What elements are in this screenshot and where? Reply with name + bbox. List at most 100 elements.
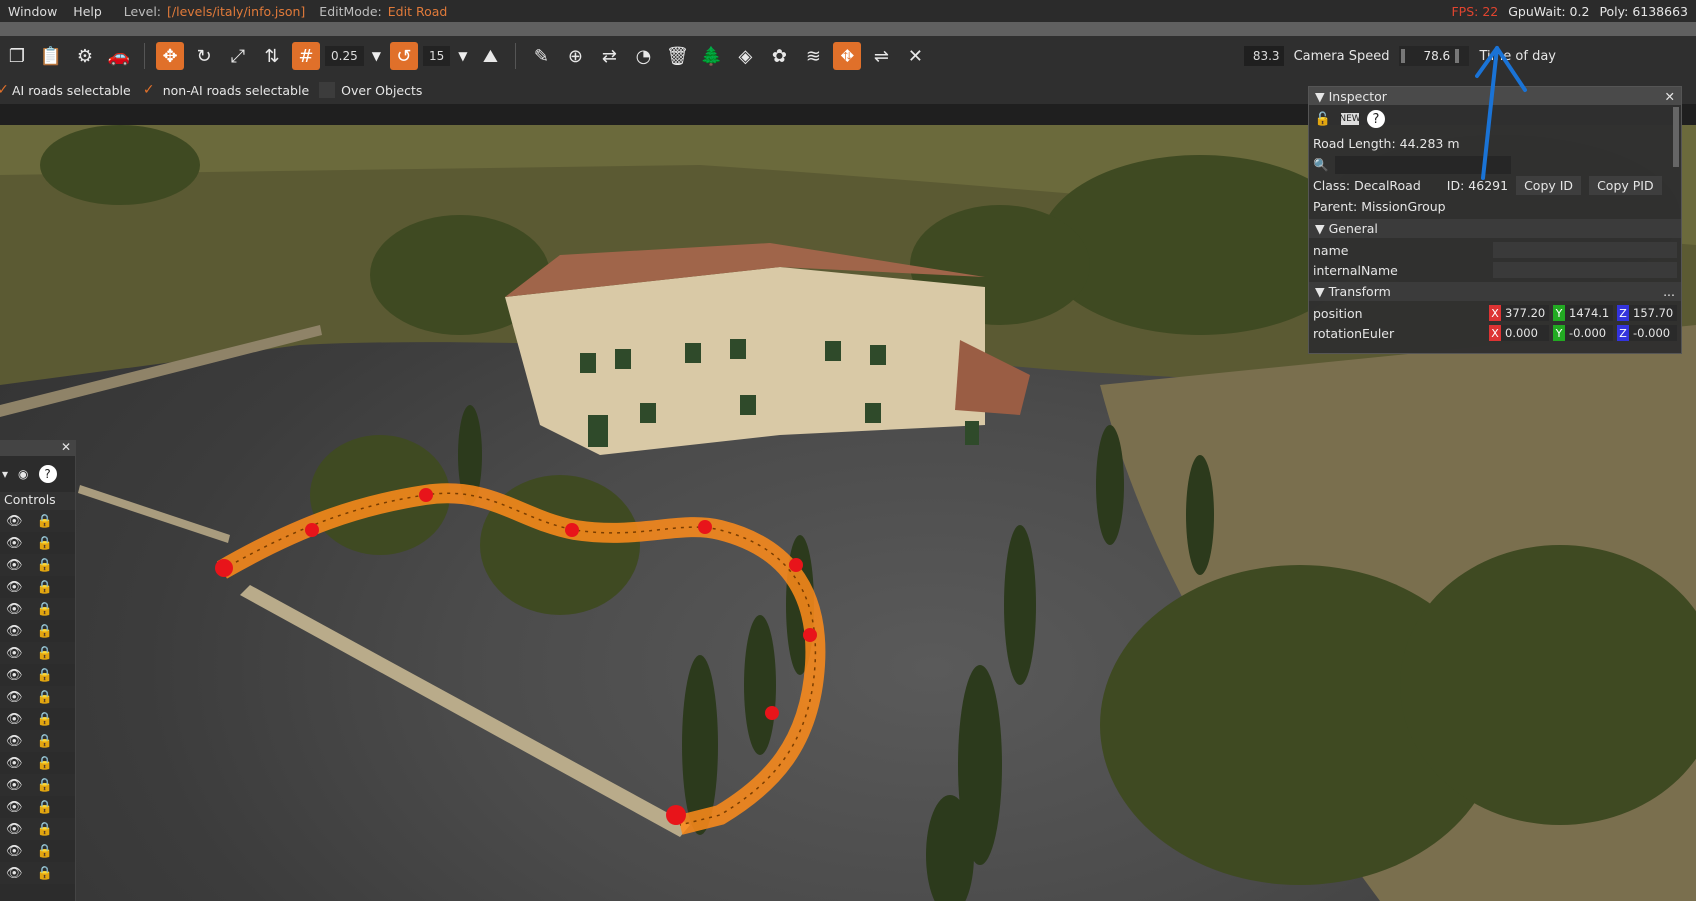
add-icon[interactable]: ⊕ [561,42,589,70]
help-icon[interactable]: ? [1367,110,1385,128]
clipboard-icon[interactable]: 📋 [37,42,65,70]
lock-icon[interactable]: 🔒 [37,514,53,529]
eye-icon[interactable]: 👁 [6,866,23,881]
non-ai-roads-checkbox[interactable]: ✓ non-AI roads selectable [141,82,309,98]
eye-icon[interactable]: 👁 [6,558,23,573]
scrollbar[interactable] [1673,107,1679,167]
layers-icon[interactable]: ◈ [731,42,759,70]
lock-icon[interactable]: 🔒 [37,668,53,683]
list-item[interactable]: 👁 🔒 [0,730,75,752]
list-item[interactable]: 👁 🔒 [0,664,75,686]
move-icon[interactable]: ✥ [156,42,184,70]
road-node[interactable] [765,706,779,720]
checkbox-box[interactable] [319,82,336,98]
time-of-day-slider[interactable]: 78.6 [1399,46,1470,66]
lock-icon[interactable]: 🔒 [37,690,53,705]
copy-pid-button[interactable]: Copy PID [1589,176,1662,195]
list-item[interactable]: 👁 🔒 [0,598,75,620]
pie-icon[interactable]: ◔ [629,42,657,70]
eye-icon[interactable]: 👁 [6,668,23,683]
car-icon[interactable]: 🚗 [105,42,133,70]
slider-handle[interactable] [1401,49,1406,63]
align-icon[interactable]: ⇅ [258,42,286,70]
rotation-z-field[interactable]: Z -0.000 [1617,325,1677,341]
over-objects-checkbox[interactable]: Over Objects [319,82,422,98]
road-node[interactable] [803,628,817,642]
list-item[interactable]: 👁 🔒 [0,532,75,554]
eye-icon[interactable]: 👁 [6,822,23,837]
rotate-icon[interactable]: ↻ [190,42,218,70]
eye-icon[interactable]: 👁 [6,800,23,815]
list-item[interactable]: 👁 🔒 [0,796,75,818]
list-item[interactable]: 👁 🔒 [0,620,75,642]
menu-window[interactable]: Window [0,4,65,19]
lock-icon[interactable]: 🔒 [37,536,53,551]
lock-icon[interactable]: 🔒 [37,646,53,661]
new-icon[interactable]: NEW [1339,113,1361,125]
help-icon[interactable]: ? [38,465,57,483]
copy-icon[interactable]: ❐ [3,42,31,70]
eye-icon[interactable]: 👁 [6,514,23,529]
rotate-snap-input[interactable]: 15 [422,46,451,66]
lock-icon[interactable]: 🔒 [37,800,53,815]
eye-icon[interactable]: 👁 [6,602,23,617]
slider-handle[interactable] [1455,49,1460,63]
list-item[interactable]: 👁 🔒 [0,686,75,708]
road-node[interactable] [789,558,803,572]
road-node[interactable] [215,559,233,577]
list-item[interactable]: 👁 🔒 [0,862,75,884]
collapse-triangle-icon[interactable]: ▼ [1315,221,1325,236]
mesh-road-icon[interactable]: ⇌ [867,42,895,70]
list-item[interactable]: 👁 🔒 [0,708,75,730]
close-icon[interactable]: ✕ [61,440,71,456]
lock-icon[interactable]: 🔒 [37,712,53,727]
grid-size-input[interactable]: 0.25 [325,46,364,66]
eye-icon[interactable]: 👁 [6,646,23,661]
trash-icon[interactable]: 🗑 [663,42,691,70]
lock-icon[interactable]: 🔒 [37,866,53,881]
lock-icon[interactable]: 🔒 [37,558,53,573]
list-item[interactable]: 👁 🔒 [0,510,75,532]
eye-icon[interactable]: 👁 [6,712,23,727]
eye-icon[interactable]: 👁 [6,580,23,595]
list-item[interactable]: 👁 🔒 [0,642,75,664]
chevron-down-icon[interactable]: ▼ [372,49,381,63]
lock-icon[interactable]: 🔓 [1313,109,1333,129]
rotation-y-field[interactable]: Y -0.000 [1553,325,1613,341]
gear-icon[interactable]: ⚙ [71,42,99,70]
check-icon[interactable]: ✓ [141,82,157,98]
road-link-icon[interactable]: ⇄ [595,42,623,70]
check-icon[interactable]: ✓ [0,82,9,98]
eye-icon[interactable]: 👁 [6,778,23,793]
filter-icon[interactable]: ▾ [2,467,8,481]
more-button[interactable]: ... [1663,284,1675,299]
grid-snap-icon[interactable]: # [292,42,320,70]
lock-icon[interactable]: 🔒 [37,602,53,617]
position-x-field[interactable]: X 377.20 [1489,305,1549,321]
rotation-x-field[interactable]: X 0.000 [1489,325,1549,341]
navmesh-icon[interactable]: ✕ [901,42,929,70]
chevron-down-icon[interactable]: ▼ [458,49,467,63]
scene-tree-titlebar[interactable]: ✕ [0,440,75,456]
lock-icon[interactable]: 🔒 [37,624,53,639]
rotate-snap-icon[interactable]: ↺ [389,42,418,70]
lock-icon[interactable]: 🔒 [37,822,53,837]
road-node[interactable] [419,488,433,502]
lock-icon[interactable]: 🔒 [37,734,53,749]
position-y-field[interactable]: Y 1474.1 [1553,305,1613,321]
eye-icon[interactable]: 👁 [6,536,23,551]
list-item[interactable]: 👁 🔒 [0,818,75,840]
forest-icon[interactable]: 🌲 [697,42,725,70]
ai-roads-checkbox[interactable]: ✓ AI roads selectable [0,82,131,98]
list-item[interactable]: 👁 🔒 [0,774,75,796]
terrain-icon[interactable]: ≋ [799,42,827,70]
section-general[interactable]: ▼ General [1309,219,1681,238]
road-node[interactable] [698,520,712,534]
collapse-triangle-icon[interactable]: ▼ [1315,89,1325,104]
lock-icon[interactable]: 🔒 [37,756,53,771]
eye-icon[interactable]: 👁 [6,624,23,639]
name-field[interactable] [1493,242,1677,258]
list-item[interactable]: 👁 🔒 [0,752,75,774]
internal-name-field[interactable] [1493,262,1677,278]
section-transform[interactable]: ▼ Transform ... [1309,282,1681,301]
